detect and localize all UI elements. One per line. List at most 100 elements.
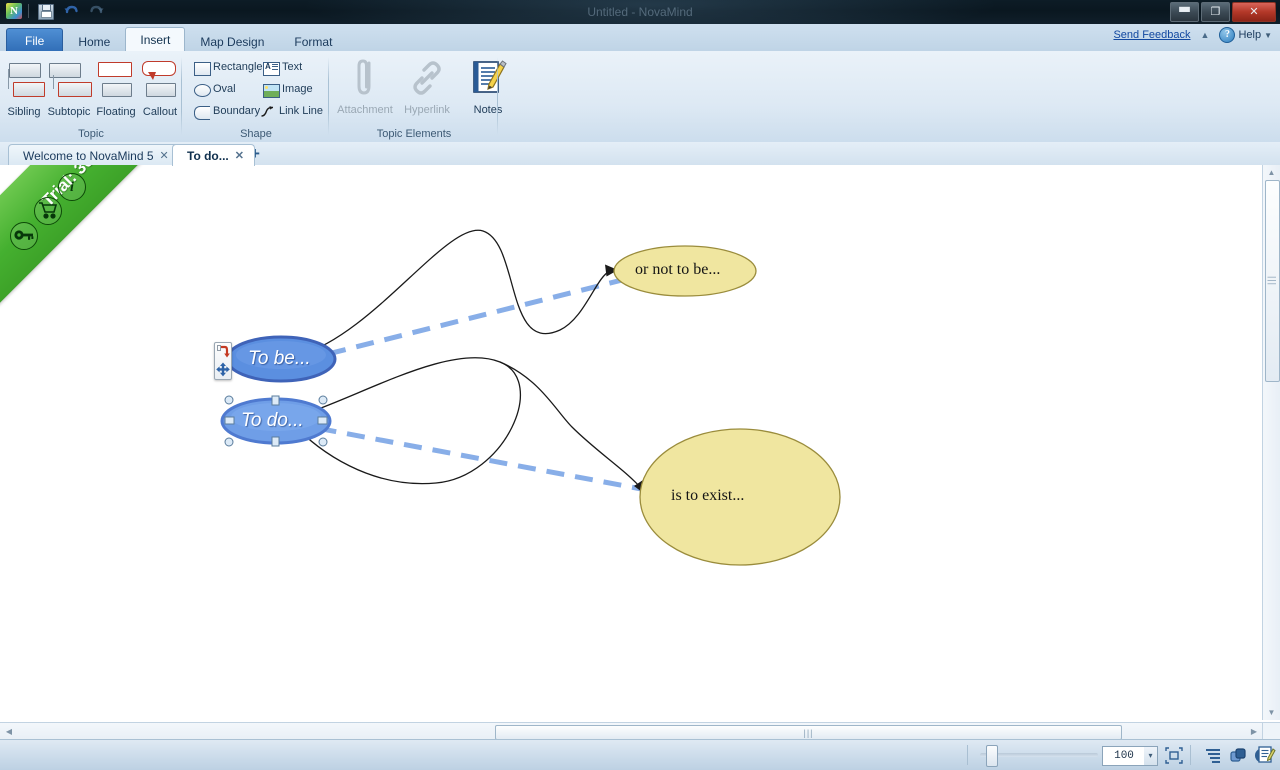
outline-view-icon[interactable] [1203,746,1223,765]
document-tab-bar: Welcome to NovaMind 5 ✕ To do... ✕ + [0,142,1280,166]
oval-shape-label: Oval [213,83,236,95]
help-icon: ? [1219,27,1236,43]
send-feedback-link[interactable]: Send Feedback [1113,29,1190,41]
doc-tab-welcome-label: Welcome to NovaMind 5 [23,148,154,163]
zoom-dropdown-icon[interactable]: ▾ [1144,746,1158,766]
sibling-topic-label: Sibling [7,106,41,118]
text-shape-label: Text [282,61,303,73]
attachment-paperclip-icon [335,56,395,100]
novamind-window: Untitled - NovaMind ▬ ❐ ✕ File Home Inse… [0,0,1280,770]
scroll-down-arrow[interactable]: ▼ [1263,708,1280,717]
hyperlink-chain-icon [397,56,457,100]
text-shape-button[interactable]: Text [261,57,304,77]
scrollbar-corner [1262,722,1280,740]
node-is-to-exist [639,428,841,566]
group-label-shape: Shape [240,128,272,140]
vertical-scrollbar[interactable]: ▲ ||| ▼ [1262,165,1280,720]
notes-button[interactable]: Notes [458,56,518,116]
subtopic-icon [45,56,93,104]
text-shape-icon [263,60,280,76]
vertical-scroll-thumb[interactable]: ||| [1265,180,1280,382]
notes-label: Notes [473,104,503,116]
scroll-left-arrow[interactable]: ◀ [4,727,14,736]
window-controls: ▬ ❐ ✕ [1170,2,1276,22]
image-shape-label: Image [282,83,313,95]
tab-insert[interactable]: Insert [125,27,186,53]
sibling-topic-button[interactable]: Sibling [0,56,48,118]
restore-button[interactable]: ❐ [1201,2,1230,22]
floating-topic-button[interactable]: Floating [92,56,140,118]
fold-arrow-icon[interactable] [216,344,230,360]
subtopic-label: Subtopic [47,106,91,118]
mindmap-canvas[interactable]: To be... To do... or not to be... is to … [0,165,1280,720]
zoom-value-input[interactable]: 100 [1102,746,1146,766]
floating-topic-label: Floating [96,106,136,118]
ribbon-body: Sibling Subtopic Floating Callout Topic … [0,51,1280,143]
horizontal-scroll-thumb[interactable]: ||| [495,725,1122,740]
attachment-button[interactable]: Attachment [335,56,395,116]
cart-icon[interactable] [34,197,62,225]
help-button[interactable]: ? Help ▼ [1219,27,1272,43]
notes-pencil-icon [458,56,518,100]
boundary-shape-icon [194,104,210,120]
ribbon-tab-strip: File Home Insert Map Design Format Send … [0,24,1280,53]
callout-topic-label: Callout [142,106,178,118]
help-label: Help [1238,29,1262,41]
parent-link-to-be [299,270,651,364]
close-button[interactable]: ✕ [1232,2,1276,22]
ribbon-group-topic-elements: Attachment Hyperlink Notes Topic Element… [330,51,507,142]
link-line-label: Link Line [279,105,324,117]
mindmap-graphics [220,229,841,566]
collapse-ribbon-icon[interactable]: ▲ [1201,30,1210,40]
node-or-not-to-be [613,245,757,297]
minimize-button[interactable]: ▬ [1170,2,1199,22]
ribbon-group-shape: Rectangle Oval Boundary Text Image [183,51,329,142]
tab-file[interactable]: File [6,28,64,53]
floating-topic-icon [92,56,140,104]
boundary-shape-button[interactable]: Boundary [192,101,262,121]
group-label-topic-elements: Topic Elements [376,128,452,140]
image-shape-button[interactable]: Image [261,79,315,99]
sibling-topic-icon [0,56,48,104]
doc-tab-todo[interactable]: To do... ✕ [172,144,255,166]
scroll-up-arrow[interactable]: ▲ [1263,168,1280,177]
link-line-icon [260,104,276,119]
scroll-right-arrow[interactable]: ▶ [1249,727,1259,736]
notes-view-icon[interactable] [1256,745,1276,764]
fit-to-page-icon[interactable] [1164,746,1184,765]
hyperlink-button[interactable]: Hyperlink [397,56,457,116]
rectangle-shape-icon [194,60,211,76]
callout-topic-button[interactable]: Callout [136,56,184,118]
subtopic-button[interactable]: Subtopic [45,56,93,118]
layers-view-icon[interactable] [1228,746,1248,765]
node-to-be-highlight [236,341,326,369]
doc-tab-welcome[interactable]: Welcome to NovaMind 5 ✕ [8,144,180,166]
image-shape-icon [263,82,280,98]
node-to-do-highlight [231,403,321,431]
move-cross-icon[interactable] [216,362,230,377]
node-hover-toolbar[interactable] [214,342,232,380]
status-divider-2 [1190,745,1191,765]
oval-shape-icon [194,82,211,97]
boundary-shape-label: Boundary [213,105,261,117]
link-line-button[interactable]: Link Line [258,101,325,121]
group-label-topic: Topic [78,128,104,140]
hyperlink-label: Hyperlink [404,104,450,116]
oval-shape-button[interactable]: Oval [192,79,238,99]
status-divider-1 [967,745,968,765]
rectangle-shape-button[interactable]: Rectangle [192,57,265,77]
window-title: Untitled - NovaMind [587,5,693,19]
info-icon[interactable]: i [58,173,86,201]
ribbon-group-topic: Sibling Subtopic Floating Callout Topic [0,51,182,142]
doc-tab-todo-close-icon[interactable]: ✕ [235,149,244,162]
zoom-slider-handle[interactable] [986,745,998,767]
key-icon[interactable] [10,222,38,250]
rectangle-shape-label: Rectangle [213,61,263,73]
doc-tab-welcome-close-icon[interactable]: ✕ [160,149,169,162]
attachment-label: Attachment [337,104,393,116]
help-caret-icon: ▼ [1264,30,1272,40]
title-bar: Untitled - NovaMind ▬ ❐ ✕ [0,0,1280,24]
doc-tab-todo-label: To do... [187,148,229,163]
callout-topic-icon [136,56,184,104]
horizontal-scrollbar[interactable]: ◀ ||| ▶ [0,722,1263,740]
